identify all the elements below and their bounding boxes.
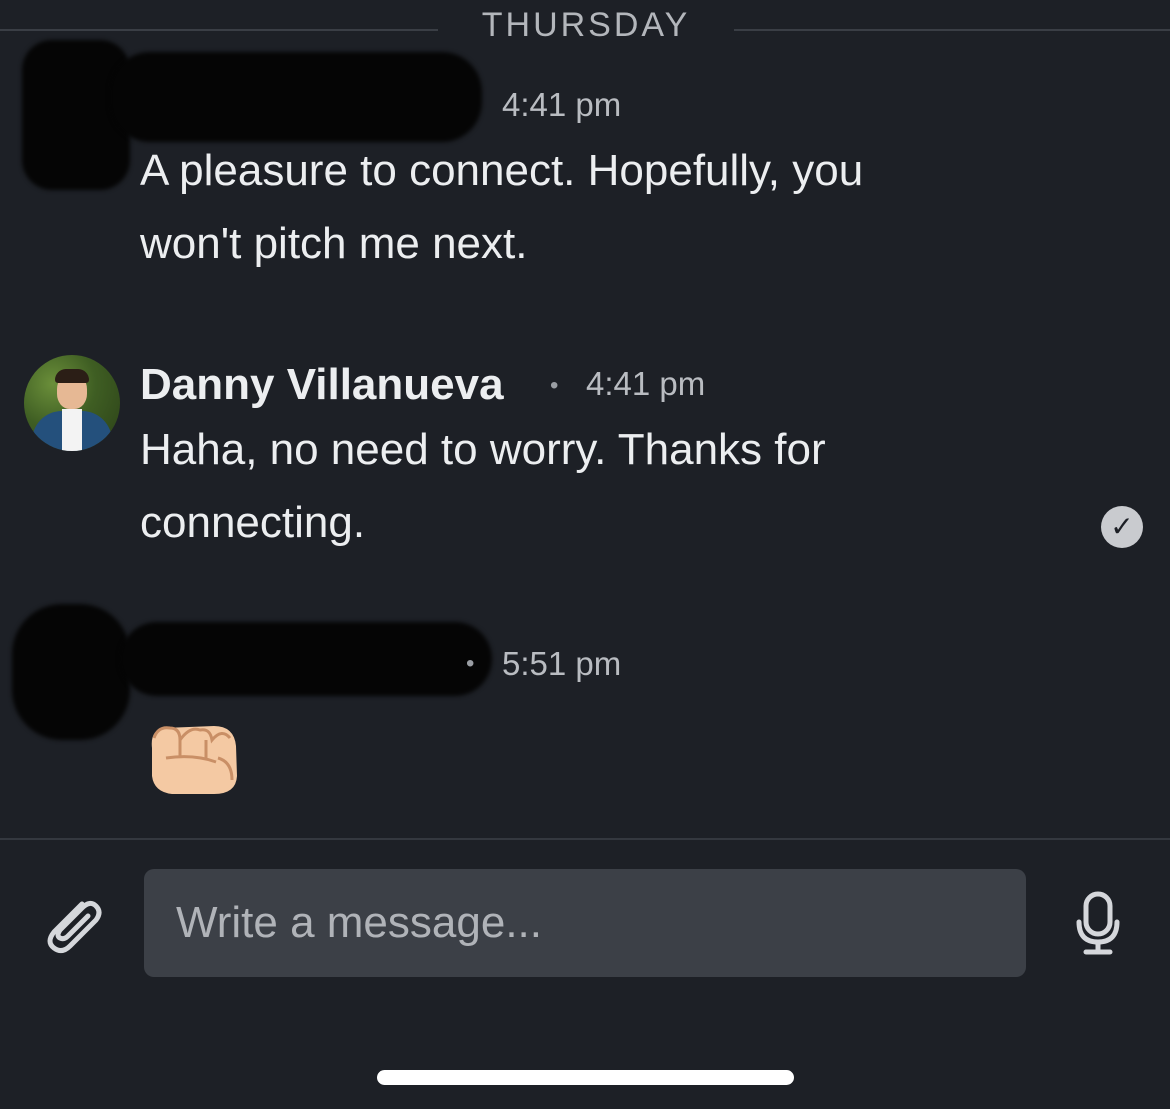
message-text-line: won't pitch me next. <box>140 219 528 268</box>
redacted-sender-name <box>110 52 482 142</box>
message-text-line: connecting. <box>140 498 366 547</box>
redacted-sender-name <box>120 622 492 696</box>
separator-dot: • <box>466 650 475 677</box>
message-text-line: A pleasure to connect. Hopefully, you <box>140 146 864 195</box>
message-text-line: Haha, no need to worry. Thanks for <box>140 425 826 474</box>
avatar-shirt <box>62 409 82 451</box>
paperclip-icon[interactable] <box>38 890 106 958</box>
message-timestamp: 4:41 pm <box>586 365 706 402</box>
avatar-hair <box>55 369 89 383</box>
message-timestamp: 5:51 pm <box>502 645 622 682</box>
sender-name[interactable]: Danny Villanueva <box>140 360 504 410</box>
day-label: THURSDAY <box>481 6 691 44</box>
day-divider: THURSDAY <box>0 0 1170 56</box>
fist-bump-emoji[interactable] <box>144 718 240 796</box>
divider-line-right <box>734 29 1170 31</box>
microphone-icon[interactable] <box>1074 890 1122 956</box>
message-input[interactable] <box>144 869 1026 977</box>
redacted-avatar <box>12 604 130 740</box>
avatar[interactable] <box>24 355 120 451</box>
home-indicator[interactable] <box>377 1070 794 1085</box>
read-check-icon: ✓ <box>1101 506 1143 548</box>
divider-line-left <box>0 29 438 31</box>
separator-dot: • <box>550 372 559 399</box>
message-timestamp: 4:41 pm <box>502 86 622 123</box>
composer-divider <box>0 838 1170 840</box>
conversation-screen: THURSDAY 4:41 pm A pleasure to connect. … <box>0 0 1170 1109</box>
message-text[interactable]: Haha, no need to worry. Thanks for conne… <box>140 413 1040 559</box>
message-text[interactable]: A pleasure to connect. Hopefully, you wo… <box>140 134 1040 280</box>
